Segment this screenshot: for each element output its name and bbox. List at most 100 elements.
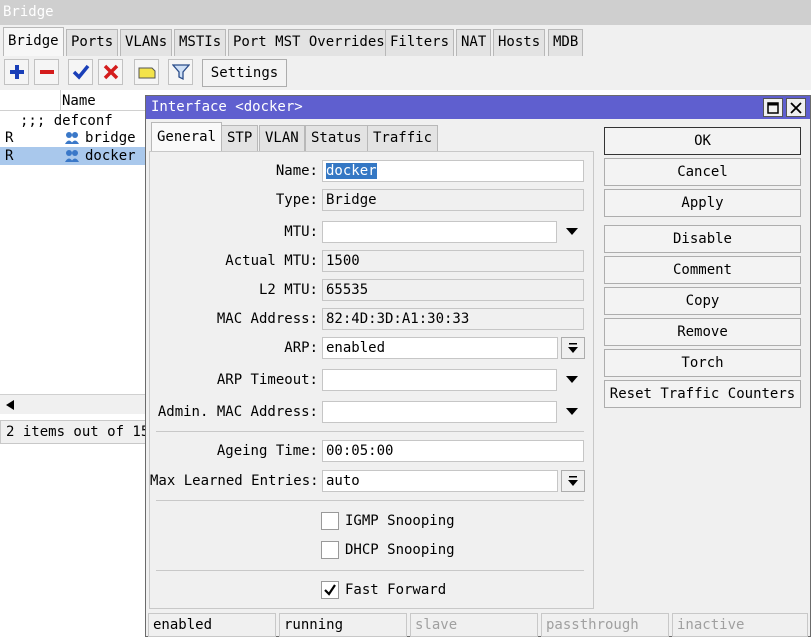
tab-traffic[interactable]: Traffic — [367, 125, 439, 151]
x-icon — [103, 64, 118, 80]
tab-nat[interactable]: NAT — [456, 29, 492, 56]
name-label: Name: — [275, 163, 318, 179]
separator — [156, 431, 584, 432]
name-value: docker — [326, 163, 377, 179]
list-comment-row: ;;; defconf — [20, 113, 113, 129]
filter-button[interactable] — [168, 59, 193, 85]
interface-dialog: Interface <docker> General STP VLAN Stat… — [145, 95, 811, 637]
arp-timeout-label: ARP Timeout: — [216, 372, 318, 388]
mtu-label: MTU: — [284, 224, 318, 240]
status-slave: slave — [410, 613, 538, 637]
list-header: Name — [0, 90, 150, 111]
list-item-flag: R — [5, 148, 14, 164]
arp-label: ARP: — [284, 340, 318, 356]
dhcp-snooping-checkbox[interactable] — [321, 541, 339, 559]
max-learned-dropdown-button[interactable] — [561, 470, 585, 492]
arp-timeout-field[interactable] — [322, 369, 557, 391]
l2-mtu-label: L2 MTU: — [258, 282, 318, 298]
tab-filters[interactable]: Filters — [385, 29, 455, 56]
enable-button[interactable] — [68, 59, 93, 85]
tab-bridge[interactable]: Bridge — [3, 27, 64, 57]
dropdown-arrow-icon — [568, 476, 578, 486]
igmp-snooping-checkbox[interactable] — [321, 512, 339, 530]
list-item-flag: R — [5, 130, 14, 146]
filter-icon — [171, 64, 190, 81]
tab-vlans[interactable]: VLANs — [120, 29, 173, 56]
max-learned-select[interactable]: auto — [322, 470, 558, 492]
tab-port-mst-overrides[interactable]: Port MST Overrides — [228, 29, 390, 56]
list-item-name: bridge — [85, 130, 136, 146]
arp-select[interactable]: enabled — [322, 337, 558, 359]
bridge-list: Name ;;; defconf R bridge R docker 2 ite… — [0, 90, 150, 448]
tab-mstis[interactable]: MSTIs — [174, 29, 227, 56]
tab-stp[interactable]: STP — [221, 125, 259, 151]
reset-traffic-counters-button[interactable]: Reset Traffic Counters — [604, 380, 801, 408]
column-header-name[interactable]: Name — [62, 91, 96, 111]
tab-mdb[interactable]: MDB — [548, 29, 584, 56]
chevron-down-icon[interactable] — [566, 228, 578, 235]
close-button[interactable] — [786, 98, 806, 117]
dropdown-arrow-icon — [568, 343, 578, 353]
disable-button[interactable] — [98, 59, 123, 85]
name-field[interactable]: docker — [322, 160, 584, 182]
tab-hosts[interactable]: Hosts — [493, 29, 546, 56]
list-item[interactable]: R bridge — [0, 129, 150, 147]
actual-mtu-label: Actual MTU: — [225, 253, 318, 269]
status-enabled: enabled — [148, 613, 276, 637]
remove-button[interactable]: Remove — [604, 318, 801, 346]
add-button[interactable] — [4, 59, 29, 85]
mtu-field[interactable] — [322, 221, 557, 243]
fast-forward-label: Fast Forward — [345, 582, 447, 598]
dialog-title-bar[interactable]: Interface <docker> — [146, 96, 810, 119]
dialog-status-bar: enabled running slave passthrough inacti… — [146, 611, 810, 637]
disable-button[interactable]: Disable — [604, 225, 801, 253]
horizontal-scrollbar[interactable] — [0, 394, 150, 414]
list-item[interactable]: R docker — [0, 147, 150, 165]
main-tab-bar: Bridge Ports VLANs MSTIs Port MST Overri… — [0, 25, 811, 57]
dialog-tab-bar: General STP VLAN Status Traffic — [146, 119, 596, 151]
ageing-time-field[interactable]: 00:05:00 — [322, 440, 584, 462]
window-title: Bridge — [0, 0, 811, 25]
tab-status[interactable]: Status — [305, 125, 368, 151]
maximize-button[interactable] — [763, 98, 783, 117]
plus-icon — [9, 65, 24, 79]
remove-button[interactable] — [34, 59, 59, 85]
note-icon — [138, 67, 155, 79]
separator — [156, 500, 584, 501]
l2-mtu-field: 65535 — [322, 279, 584, 301]
column-divider — [60, 90, 61, 111]
copy-button[interactable]: Copy — [604, 287, 801, 315]
apply-button[interactable]: Apply — [604, 189, 801, 217]
admin-mac-label: Admin. MAC Address: — [157, 404, 318, 420]
settings-button[interactable]: Settings — [202, 59, 287, 87]
status-running: running — [279, 613, 407, 637]
arp-dropdown-button[interactable] — [561, 337, 585, 359]
comment-button[interactable]: Comment — [604, 256, 801, 284]
torch-button[interactable]: Torch — [604, 349, 801, 377]
admin-mac-field[interactable] — [322, 401, 557, 423]
ok-button[interactable]: OK — [604, 127, 801, 155]
type-field: Bridge — [322, 189, 584, 211]
fast-forward-checkbox[interactable] — [321, 581, 339, 599]
toolbar: Settings — [0, 56, 811, 90]
bridge-icon — [64, 148, 80, 169]
chevron-down-icon[interactable] — [566, 408, 578, 415]
status-inactive: inactive — [672, 613, 808, 637]
general-tab-panel: Name: docker Type: Bridge MTU: Actual MT… — [149, 151, 594, 609]
chevron-down-icon[interactable] — [566, 376, 578, 383]
tab-vlan[interactable]: VLAN — [259, 125, 305, 151]
maximize-icon — [767, 101, 779, 114]
separator — [156, 570, 584, 571]
status-passthrough: passthrough — [541, 613, 669, 637]
arrow-left-icon[interactable] — [6, 400, 14, 410]
comment-button[interactable] — [134, 59, 159, 85]
minus-icon — [39, 70, 54, 74]
tab-general[interactable]: General — [151, 122, 223, 151]
max-learned-label: Max Learned Entries: — [150, 473, 319, 489]
cancel-button[interactable]: Cancel — [604, 158, 801, 186]
mac-address-field: 82:4D:3D:A1:30:33 — [322, 308, 584, 330]
dialog-title: Interface <docker> — [151, 99, 303, 115]
actual-mtu-field: 1500 — [322, 250, 584, 272]
igmp-snooping-label: IGMP Snooping — [345, 513, 455, 529]
tab-ports[interactable]: Ports — [66, 29, 119, 56]
